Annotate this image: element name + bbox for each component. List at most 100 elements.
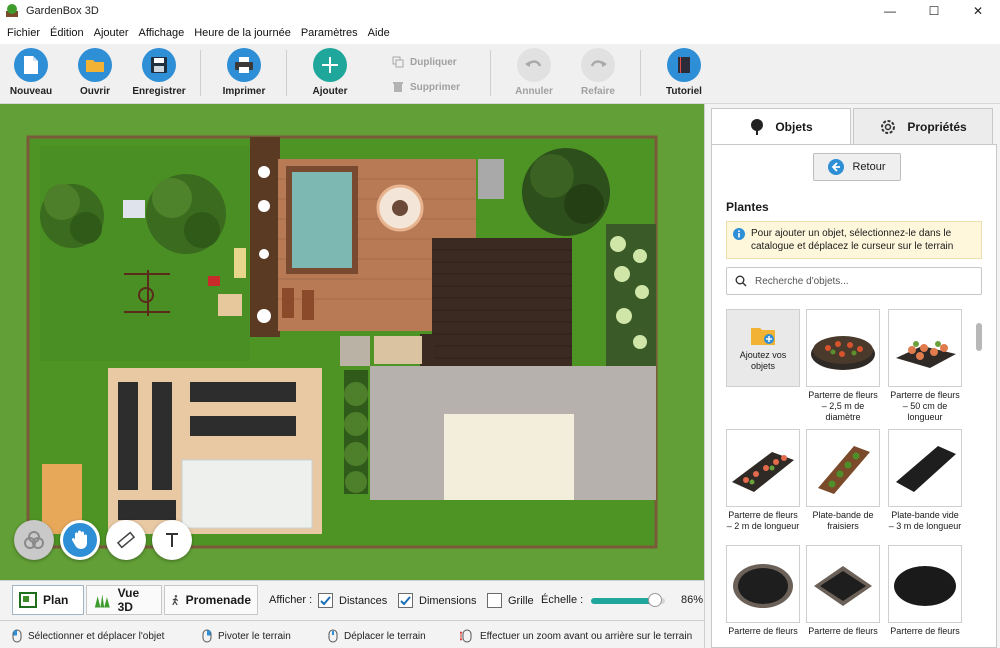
tree[interactable] [522, 148, 610, 236]
mouse-left-icon [12, 629, 22, 643]
hint-rotate-label: Pivoter le terrain [218, 630, 291, 642]
carport[interactable] [444, 414, 574, 500]
layers-icon [24, 531, 44, 549]
scrollbar-thumb[interactable] [976, 323, 982, 351]
menu-affichage[interactable]: Affichage [134, 27, 190, 39]
category-title: Plantes [726, 200, 769, 214]
toy[interactable] [208, 276, 220, 286]
catalog-scrollbar[interactable] [974, 309, 984, 645]
undo-label: Annuler [515, 86, 553, 97]
garden-plan-viewport[interactable] [0, 104, 704, 580]
search-box[interactable] [726, 267, 982, 295]
catalog-item[interactable]: Parterre de fleurs [726, 545, 800, 637]
catalog-item-label: Parterre de fleurs – 50 cm de longueur [890, 390, 960, 422]
distances-checkbox[interactable]: Distances [318, 593, 387, 608]
arrow-left-icon [828, 159, 845, 175]
add-own-objects-tile: Ajoutez vos objets [726, 309, 800, 387]
minimize-button[interactable]: — [868, 0, 912, 22]
scale-slider-knob[interactable] [647, 593, 662, 607]
search-input[interactable] [755, 275, 955, 287]
measure-tool[interactable] [106, 520, 146, 560]
close-button[interactable]: ✕ [956, 0, 1000, 22]
catalog-item[interactable]: Parterre de fleurs [888, 545, 962, 637]
folder-add-icon [751, 328, 775, 345]
duplicate-button[interactable]: Dupliquer [392, 56, 457, 68]
redo-button[interactable]: Refaire [578, 48, 618, 97]
add-label: Ajouter [312, 86, 348, 97]
print-button[interactable]: Imprimer [222, 48, 266, 97]
hint-zoom-label: Effectuer un zoom avant ou arrière sur l… [480, 630, 693, 642]
oval-bed-thumbnail [888, 545, 962, 623]
tab-view-3d[interactable]: Vue 3D [86, 585, 162, 615]
new-file-icon [14, 48, 48, 82]
tab-properties[interactable]: Propriétés [853, 108, 993, 146]
undo-button[interactable]: Annuler [514, 48, 554, 97]
menu-ajouter[interactable]: Ajouter [89, 27, 134, 39]
bench[interactable] [234, 248, 246, 278]
round-empty-bed-thumbnail [726, 545, 800, 623]
sandbox[interactable] [218, 294, 242, 316]
pool[interactable] [292, 172, 352, 268]
delete-button[interactable]: Supprimer [392, 81, 460, 93]
grill[interactable] [478, 159, 504, 199]
hint-move: Déplacer le terrain [328, 629, 426, 643]
tab-objects[interactable]: Objets [711, 108, 851, 146]
back-button[interactable]: Retour [813, 153, 901, 181]
hint-zoom: Effectuer un zoom avant ou arrière sur l… [460, 629, 692, 643]
catalog-item[interactable]: Parterre de fleurs – 50 cm de longueur [888, 309, 962, 423]
long-flowerbed-thumbnail [726, 429, 800, 507]
open-button[interactable]: Ouvrir [76, 48, 114, 97]
catalog-item[interactable]: Plate-bande vide – 3 m de longueur [888, 429, 962, 532]
search-icon [735, 275, 747, 287]
menu-heure[interactable]: Heure de la journée [189, 27, 296, 39]
toolbar-separator [286, 50, 287, 96]
printer-icon [227, 48, 261, 82]
catalog-item-label: Parterre de fleurs [728, 626, 798, 636]
save-label: Enregistrer [132, 86, 186, 97]
add-own-objects-label: Ajoutez vos objets [739, 350, 787, 371]
save-button[interactable]: Enregistrer [132, 48, 186, 97]
panel-body: Retour Plantes Pour ajouter un objet, sé… [711, 144, 997, 648]
window-title: GardenBox 3D [26, 5, 99, 17]
duplicate-label: Dupliquer [410, 56, 457, 68]
tab-walk[interactable]: Promenade [164, 585, 258, 615]
garden-plan [0, 104, 704, 580]
catalog-item[interactable]: Parterre de fleurs – 2 m de longueur [726, 429, 800, 532]
multi-select-tool[interactable] [14, 520, 54, 560]
add-button[interactable]: Ajouter [310, 48, 350, 97]
toolbar: Nouveau Ouvrir Enregistrer Imprimer Ajou… [0, 44, 1000, 104]
tutorial-button[interactable]: Tutoriel [664, 48, 704, 97]
catalog-item[interactable]: Parterre de fleurs [806, 545, 880, 637]
status-bar: Sélectionner et déplacer l'objet Pivoter… [0, 620, 704, 648]
menu-edition[interactable]: Édition [45, 27, 89, 39]
tutorial-label: Tutoriel [666, 86, 702, 97]
catalog-item[interactable]: Parterre de fleurs – 2,5 m de diamètre [806, 309, 880, 423]
scale-slider[interactable] [591, 593, 665, 607]
round-flowerbed-thumbnail [806, 309, 880, 387]
object-panel: Objets Propriétés Retour Plantes Pour aj… [704, 104, 1000, 648]
tree[interactable] [40, 184, 104, 248]
catalog-item[interactable]: Plate-bande de fraisiers [806, 429, 880, 532]
new-button[interactable]: Nouveau [10, 48, 52, 97]
checkbox-unchecked-icon [487, 593, 502, 608]
menu-parametres[interactable]: Paramètres [296, 27, 363, 39]
add-own-objects[interactable]: Ajoutez vos objets [726, 309, 800, 387]
maximize-button[interactable]: ☐ [912, 0, 956, 22]
grass-icon [94, 594, 110, 608]
app-logo-icon [6, 4, 18, 17]
object-catalog: Ajoutez vos objets Parterre de fleurs – … [726, 309, 970, 648]
hand-tool[interactable] [60, 520, 100, 560]
duplicate-icon [392, 56, 404, 68]
grid-checkbox[interactable]: Grille [487, 593, 534, 608]
tree[interactable] [146, 174, 226, 254]
text-tool[interactable] [152, 520, 192, 560]
shed[interactable] [123, 200, 145, 218]
tab-plan[interactable]: Plan [12, 585, 84, 615]
toolbar-separator [640, 50, 641, 96]
greenhouse[interactable] [181, 459, 313, 529]
menu-fichier[interactable]: Fichier [2, 27, 45, 39]
mouse-right-icon [202, 629, 212, 643]
dimensions-checkbox[interactable]: Dimensions [398, 593, 476, 608]
menu-aide[interactable]: Aide [363, 27, 395, 39]
tab-properties-label: Propriétés [907, 120, 967, 134]
